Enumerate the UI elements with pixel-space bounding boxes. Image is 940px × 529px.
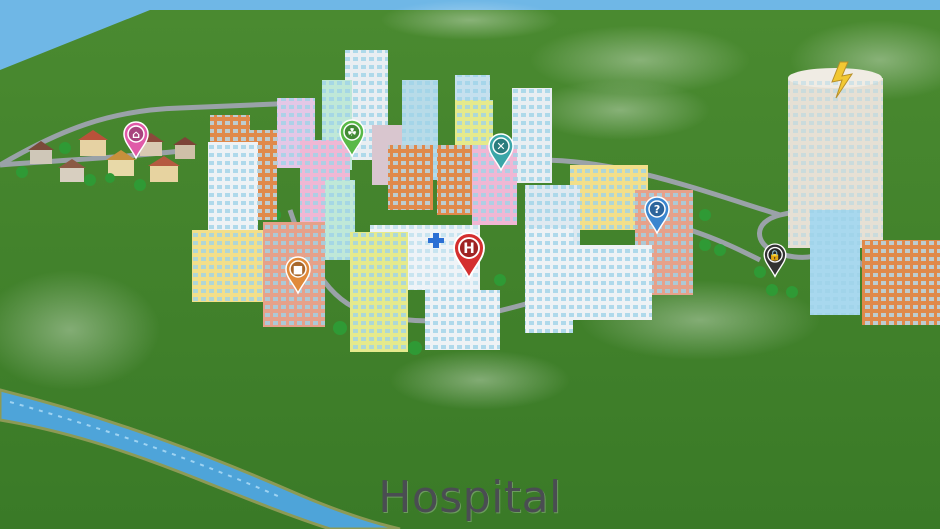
building — [525, 228, 573, 333]
help-pin-glyph: ? — [654, 203, 660, 216]
park-pin-glyph: ☘ — [347, 126, 357, 139]
building — [437, 145, 475, 215]
building — [810, 210, 860, 315]
building — [388, 145, 433, 210]
home-pin-glyph: ⌂ — [132, 128, 140, 141]
building — [192, 230, 264, 302]
game-viewport[interactable]: ⌂ ☘ ✕? ■ H 🔒 Hospital — [0, 0, 940, 529]
cloud-shadow — [530, 80, 710, 140]
building — [208, 142, 258, 232]
hospital-pin-glyph: H — [463, 241, 475, 257]
building — [425, 290, 500, 350]
cloud-shadow — [390, 350, 570, 410]
building — [350, 232, 408, 352]
selected-location-label: Hospital — [378, 472, 562, 523]
cloud-shadow — [380, 0, 560, 40]
building — [572, 245, 652, 320]
shop-pin-glyph: ■ — [293, 263, 303, 276]
building — [512, 88, 552, 183]
restaurant-pin-glyph: ✕ — [496, 140, 505, 153]
city-map[interactable]: ⌂ ☘ ✕? ■ H 🔒 — [0, 0, 940, 529]
lock-pin-glyph: 🔒 — [769, 249, 781, 261]
building — [862, 240, 940, 325]
